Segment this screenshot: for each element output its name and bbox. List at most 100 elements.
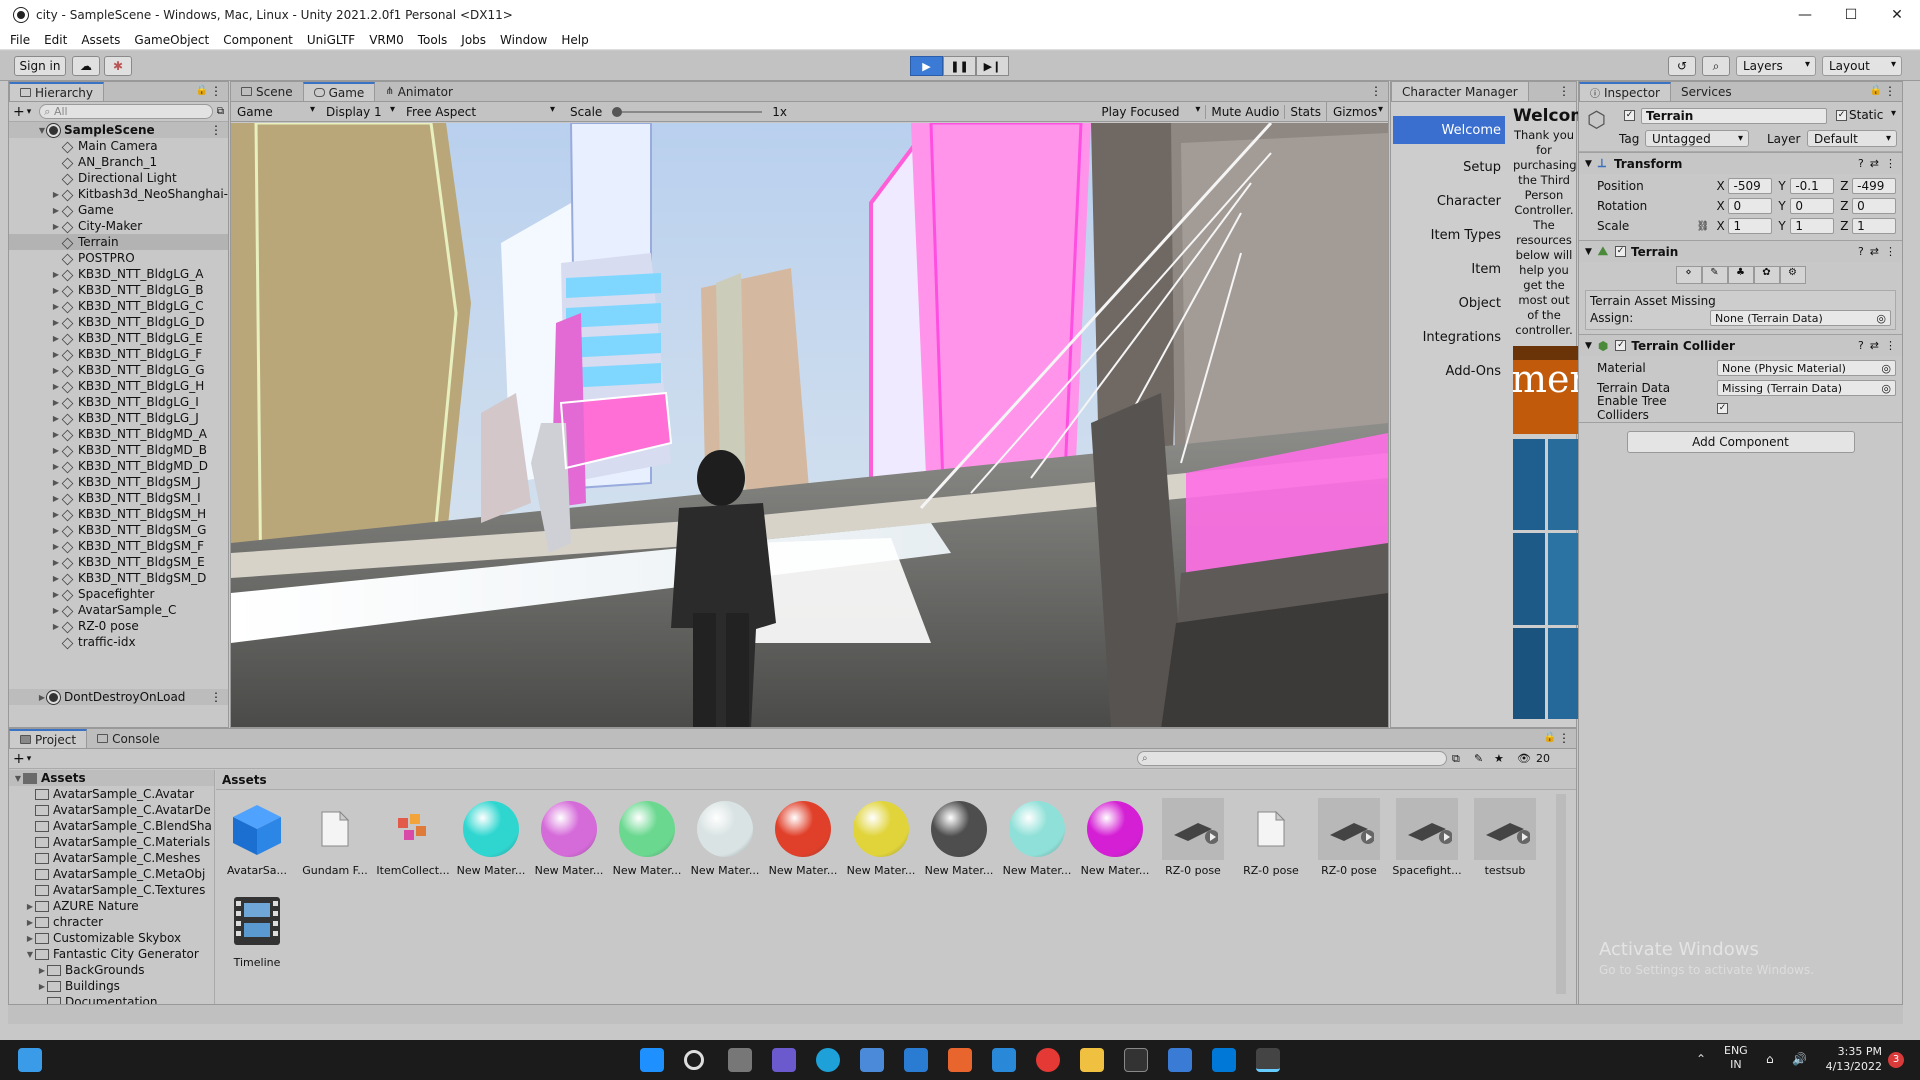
hierarchy-item[interactable]: ▶ KB3D_NTT_BldgLG_I	[9, 394, 228, 410]
resource-tile[interactable]	[1548, 533, 1580, 625]
fold-arrow-icon[interactable]: ▶	[51, 526, 61, 535]
project-folder-row[interactable]: ▶ chracter	[9, 914, 214, 930]
start-icon[interactable]	[640, 1048, 664, 1072]
terrain-data-field[interactable]: Missing (Terrain Data) ◎	[1717, 380, 1896, 396]
project-folder-row[interactable]: ▶ AZURE Nature	[9, 898, 214, 914]
terminal-icon[interactable]	[1124, 1048, 1148, 1072]
static-dropdown-arrow[interactable]: ▾	[1891, 108, 1896, 119]
project-folder-row[interactable]: AvatarSample_C.Meshes	[9, 850, 214, 866]
fold-arrow-icon[interactable]: ▶	[51, 622, 61, 631]
terrain-enabled-checkbox[interactable]: ✓	[1615, 246, 1627, 257]
game-render-viewport[interactable]	[231, 123, 1388, 727]
menu-help[interactable]: Help	[561, 33, 588, 47]
fold-arrow-icon[interactable]: ▶	[51, 542, 61, 551]
asset-item[interactable]: New Mater...	[844, 798, 918, 877]
nav-item-types[interactable]: Item Types	[1393, 218, 1505, 252]
component-tools-icons[interactable]: ?⇄⋮	[1858, 245, 1902, 258]
pause-button[interactable]: ❚❚	[943, 56, 976, 76]
fold-arrow-icon[interactable]: ▶	[37, 982, 47, 991]
terrain-tool-icon[interactable]: ♣	[1727, 266, 1754, 284]
scene-row[interactable]: ▼ SampleScene ⋮	[9, 122, 228, 138]
fold-arrow-icon[interactable]: ▶	[51, 590, 61, 599]
asset-item[interactable]: New Mater...	[766, 798, 840, 877]
hierarchy-item[interactable]: ▶ KB3D_NTT_BldgSM_F	[9, 538, 228, 554]
hierarchy-item[interactable]: ▶ KB3D_NTT_BldgLG_C	[9, 298, 228, 314]
fold-arrow-icon[interactable]: ▼	[1585, 159, 1592, 169]
fold-arrow-icon[interactable]: ▶	[51, 222, 61, 231]
hierarchy-item[interactable]: ▶ AvatarSample_C	[9, 602, 228, 618]
fold-arrow-icon[interactable]: ▶	[37, 693, 47, 702]
history-icon[interactable]: ↺	[1668, 56, 1696, 76]
network-icon[interactable]: ⌂	[1766, 1052, 1774, 1066]
resource-tile[interactable]	[1548, 627, 1580, 719]
project-folder-row[interactable]: AvatarSample_C.Textures	[9, 882, 214, 898]
create-dropdown-arrow[interactable]: ▾	[27, 107, 32, 117]
terrain-tool-icon[interactable]: ✿	[1753, 266, 1780, 284]
fold-arrow-icon[interactable]: ▼	[1585, 247, 1592, 257]
position-z-field[interactable]: -499	[1852, 178, 1897, 194]
terrain-collider-header[interactable]: ▼ ⬢ ✓ Terrain Collider ?⇄⋮	[1579, 334, 1902, 356]
hierarchy-item[interactable]: traffic-idx	[9, 634, 228, 650]
object-picker-icon[interactable]: ◎	[1881, 362, 1891, 375]
asset-item[interactable]: RZ-0 pose	[1156, 798, 1230, 877]
nav-item[interactable]: Item	[1393, 252, 1505, 286]
sign-in-button[interactable]: Sign in	[14, 56, 66, 76]
hierarchy-item[interactable]: ▶ KB3D_NTT_BldgLG_G	[9, 362, 228, 378]
menu-edit[interactable]: Edit	[44, 33, 67, 47]
hierarchy-item[interactable]: ▶ KB3D_NTT_BldgSM_D	[9, 570, 228, 586]
hierarchy-item[interactable]: ▶ KB3D_NTT_BldgSM_I	[9, 490, 228, 506]
assign-object-field[interactable]: None (Terrain Data) ◎	[1710, 310, 1891, 326]
vscode-icon[interactable]	[1212, 1048, 1236, 1072]
nav-object[interactable]: Object	[1393, 286, 1505, 320]
asset-item[interactable]: New Mater...	[922, 798, 996, 877]
search-by-type-icon[interactable]: ⧉	[1452, 752, 1460, 766]
asset-item[interactable]: New Mater...	[1000, 798, 1074, 877]
position-y-field[interactable]: -0.1	[1790, 178, 1835, 194]
resource-tile[interactable]	[1513, 627, 1545, 719]
office-icon[interactable]	[948, 1048, 972, 1072]
search-icon[interactable]	[684, 1050, 704, 1070]
show-desktop-icon[interactable]	[18, 1048, 42, 1072]
kebab-menu-icon[interactable]: ⋮	[1884, 84, 1896, 98]
hierarchy-item[interactable]: ▶ KB3D_NTT_BldgLG_D	[9, 314, 228, 330]
chrome-icon[interactable]	[1036, 1048, 1060, 1072]
mail-icon[interactable]	[904, 1048, 928, 1072]
hierarchy-item[interactable]: ▶ City-Maker	[9, 218, 228, 234]
hierarchy-item[interactable]: ▶ KB3D_NTT_BldgMD_D	[9, 458, 228, 474]
menu-jobs[interactable]: Jobs	[461, 33, 486, 47]
asset-item[interactable]: New Mater...	[1078, 798, 1152, 877]
minimize-button[interactable]: —	[1782, 0, 1828, 30]
asset-breadcrumb[interactable]: Assets	[216, 770, 1576, 790]
hierarchy-item[interactable]: ▶ KB3D_NTT_BldgSM_H	[9, 506, 228, 522]
asset-item[interactable]: AvatarSa...	[220, 798, 294, 877]
kebab-menu-icon[interactable]: ⋮	[1558, 731, 1570, 745]
fold-arrow-icon[interactable]: ▶	[51, 350, 61, 359]
terrain-tool-icon[interactable]: ⚙	[1779, 266, 1806, 284]
task-view-icon[interactable]	[728, 1048, 752, 1072]
fold-arrow-icon[interactable]: ▶	[51, 366, 61, 375]
notification-badge[interactable]: 3	[1888, 1052, 1904, 1068]
hierarchy-item[interactable]: POSTPRO	[9, 250, 228, 266]
search-by-label-icon[interactable]: ✎	[1474, 752, 1483, 765]
fold-arrow-icon[interactable]: ▶	[25, 934, 35, 943]
fold-arrow-icon[interactable]: ▶	[25, 902, 35, 911]
lock-icon[interactable]: 🔒	[196, 85, 208, 96]
hierarchy-item[interactable]: ▶ Game	[9, 202, 228, 218]
hidden-packages-icon[interactable]: 👁	[1517, 752, 1531, 765]
hierarchy-search-input[interactable]: ⌕ All	[39, 104, 213, 119]
hierarchy-item[interactable]: ▶ KB3D_NTT_BldgLG_A	[9, 266, 228, 282]
fold-arrow-icon[interactable]: ▶	[51, 446, 61, 455]
hierarchy-item[interactable]: ▶ KB3D_NTT_BldgLG_F	[9, 346, 228, 362]
fold-arrow-icon[interactable]: ▶	[51, 286, 61, 295]
tree-colliders-checkbox[interactable]: ✓	[1717, 402, 1728, 414]
project-folder-row[interactable]: AvatarSample_C.Materials	[9, 834, 214, 850]
play-focused-dropdown[interactable]: Play Focused	[1095, 102, 1205, 122]
asset-item[interactable]: Gundam F...	[298, 798, 372, 877]
favorite-star-icon[interactable]: ★	[1494, 752, 1504, 765]
project-folder-row[interactable]: AvatarSample_C.Avatar	[9, 786, 214, 802]
scale-y-field[interactable]: 1	[1790, 218, 1835, 234]
collider-enabled-checkbox[interactable]: ✓	[1615, 340, 1627, 351]
hierarchy-item[interactable]: Terrain	[9, 234, 228, 250]
layer-dropdown[interactable]: Default	[1807, 130, 1897, 147]
resource-tile[interactable]	[1548, 439, 1580, 531]
